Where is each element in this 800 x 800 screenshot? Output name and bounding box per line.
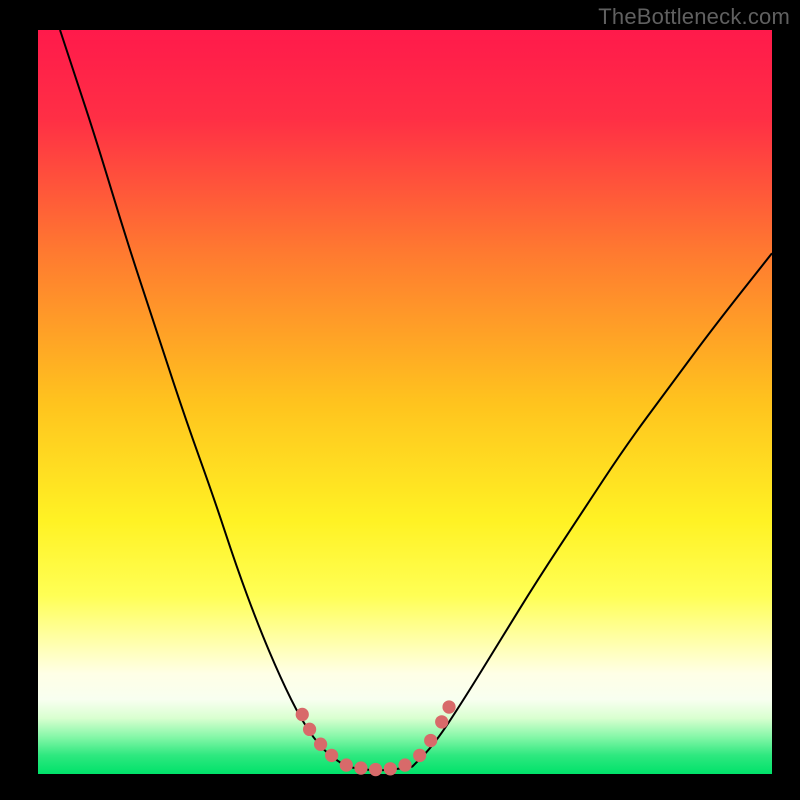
- valley-marker: [424, 734, 437, 747]
- valley-marker: [340, 758, 353, 771]
- chart-curves: [38, 30, 772, 774]
- valley-marker: [325, 749, 338, 762]
- valley-marker: [303, 723, 316, 736]
- valley-marker: [369, 763, 382, 776]
- chart-frame: TheBottleneck.com: [0, 0, 800, 800]
- valley-marker: [398, 758, 411, 771]
- valley-marker: [296, 708, 309, 721]
- valley-marker: [413, 749, 426, 762]
- valley-marker: [354, 761, 367, 774]
- valley-marker: [384, 762, 397, 775]
- watermark-text: TheBottleneck.com: [598, 4, 790, 30]
- valley-marker: [435, 715, 448, 728]
- valley-marker: [314, 738, 327, 751]
- valley-marker: [442, 700, 455, 713]
- plot-area: [38, 30, 772, 774]
- bottleneck-curve: [60, 30, 772, 770]
